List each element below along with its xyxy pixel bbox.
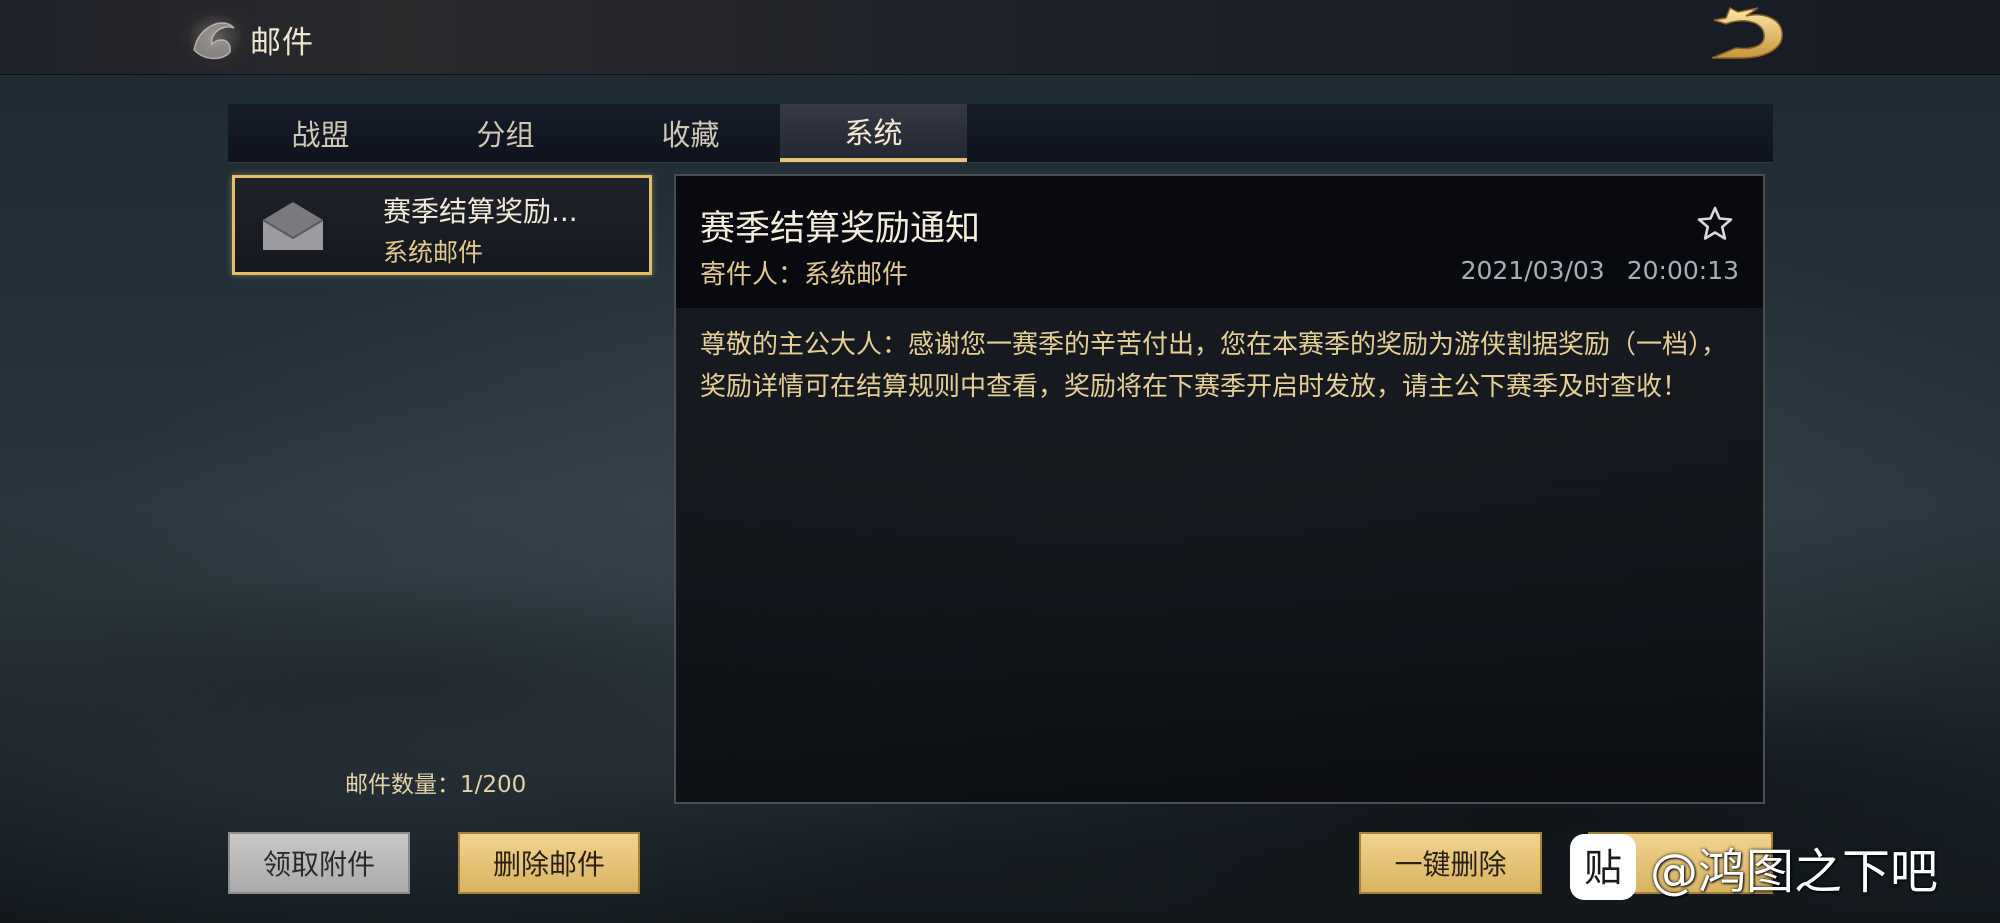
mail-item-sender: 系统邮件 xyxy=(383,238,484,267)
mail-count: 邮件数量：1/200 xyxy=(345,765,526,799)
delete-all-button[interactable]: 一键删除 xyxy=(1359,832,1542,894)
mail-subject: 赛季结算奖励通知 xyxy=(700,209,981,249)
tieba-logo-icon: 贴 xyxy=(1570,834,1636,900)
svg-text:贴: 贴 xyxy=(1584,846,1622,890)
sender-name: 系统邮件 xyxy=(804,260,909,290)
mail-body: 尊敬的主公大人：感谢您一赛季的辛苦付出，您在本赛季的奖励为游侠割据奖励（一档），… xyxy=(700,330,1728,402)
mail-detail-header: 赛季结算奖励通知 寄件人：系统邮件 2021/03/03 20:00:13 xyxy=(676,176,1763,308)
watermark-text: @鸿图之下吧 xyxy=(1650,844,1939,900)
star-outline-icon xyxy=(1697,206,1733,240)
mail-tabs: 战盟 分组 收藏 系统 xyxy=(228,104,1773,163)
mail-detail-panel: 赛季结算奖励通知 寄件人：系统邮件 2021/03/03 20:00:13 尊敬的… xyxy=(674,174,1765,804)
mail-count-label: 邮件数量： xyxy=(345,772,460,798)
back-button[interactable] xyxy=(1700,6,1792,68)
mail-sender: 寄件人：系统邮件 xyxy=(700,254,908,291)
claim-attachment-button[interactable]: 领取附件 xyxy=(228,832,410,894)
mail-count-value: 1/200 xyxy=(460,772,527,798)
dragon-emblem-icon xyxy=(170,0,260,74)
delete-mail-button[interactable]: 删除邮件 xyxy=(458,832,640,894)
tab-alliance[interactable]: 战盟 xyxy=(228,104,413,162)
mail-timestamp: 2021/03/03 20:00:13 xyxy=(1461,256,1739,285)
mail-time: 20:00:13 xyxy=(1626,256,1739,285)
watermark: 贴 @鸿图之下吧 xyxy=(1570,832,1990,902)
title-bar: 邮件 xyxy=(0,0,2000,75)
sender-label: 寄件人： xyxy=(700,260,805,290)
tab-system[interactable]: 系统 xyxy=(780,104,967,162)
mail-item-title: 赛季结算奖励... xyxy=(383,195,578,228)
gold-dragon-back-icon xyxy=(1711,6,1783,59)
mail-list-item[interactable]: 赛季结算奖励... 系统邮件 xyxy=(232,175,652,275)
opened-envelope-icon xyxy=(259,198,327,254)
mail-date: 2021/03/03 xyxy=(1460,256,1605,285)
tab-groups[interactable]: 分组 xyxy=(413,104,598,162)
tab-favorites[interactable]: 收藏 xyxy=(598,104,783,162)
favorite-button[interactable] xyxy=(1695,204,1735,244)
page-title: 邮件 xyxy=(250,25,314,61)
